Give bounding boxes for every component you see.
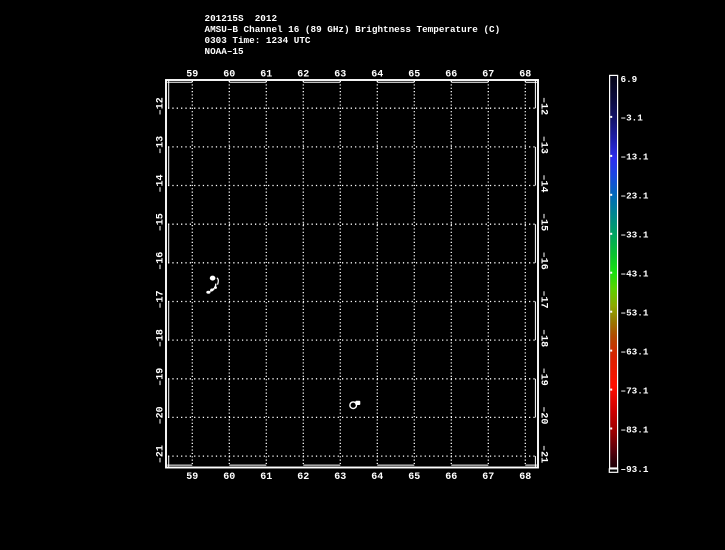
svg-text:0303 Time: 1234 UTC: 0303 Time: 1234 UTC xyxy=(205,35,311,46)
svg-text:–21: –21 xyxy=(538,445,549,463)
svg-text:–13: –13 xyxy=(155,136,166,154)
svg-text:–16: –16 xyxy=(538,252,549,270)
svg-text:68: 68 xyxy=(519,70,531,81)
svg-text:63: 63 xyxy=(334,70,346,81)
svg-text:67: 67 xyxy=(482,472,494,483)
svg-text:60: 60 xyxy=(223,70,235,81)
svg-text:6.9: 6.9 xyxy=(621,74,638,85)
svg-text:–93.1: –93.1 xyxy=(621,464,649,475)
svg-text:62: 62 xyxy=(297,70,309,81)
svg-text:63: 63 xyxy=(334,472,346,483)
svg-text:–20: –20 xyxy=(538,406,549,424)
svg-text:59: 59 xyxy=(186,472,198,483)
svg-text:–16: –16 xyxy=(155,252,166,270)
svg-text:AMSU–B Channel 16 (89 GHz) Bri: AMSU–B Channel 16 (89 GHz) Brightness Te… xyxy=(205,24,501,35)
svg-text:61: 61 xyxy=(260,472,272,483)
svg-text:66: 66 xyxy=(445,70,457,81)
svg-text:66: 66 xyxy=(445,472,457,483)
svg-text:65: 65 xyxy=(408,70,420,81)
svg-text:–15: –15 xyxy=(538,213,549,231)
svg-text:64: 64 xyxy=(371,70,383,81)
svg-text:–17: –17 xyxy=(155,290,166,308)
svg-text:–14: –14 xyxy=(538,174,549,192)
svg-text:–18: –18 xyxy=(155,329,166,347)
svg-text:–63.1: –63.1 xyxy=(621,346,649,357)
svg-text:59: 59 xyxy=(186,70,198,81)
svg-text:–17: –17 xyxy=(538,290,549,308)
svg-text:–18: –18 xyxy=(538,329,549,347)
svg-text:–19: –19 xyxy=(538,368,549,386)
svg-text:61: 61 xyxy=(260,70,272,81)
svg-text:60: 60 xyxy=(223,472,235,483)
svg-text:–13: –13 xyxy=(538,136,549,154)
svg-text:201215S 2012: 201215S 2012 xyxy=(205,13,278,24)
svg-text:–20: –20 xyxy=(155,406,166,424)
svg-text:–23.1: –23.1 xyxy=(621,191,649,202)
svg-text:–73.1: –73.1 xyxy=(621,385,649,396)
svg-text:–12: –12 xyxy=(155,97,166,115)
svg-text:–14: –14 xyxy=(155,174,166,192)
svg-text:–33.1: –33.1 xyxy=(621,230,649,241)
svg-text:64: 64 xyxy=(371,472,383,483)
svg-text:–3.1: –3.1 xyxy=(621,113,644,124)
svg-text:–12: –12 xyxy=(538,97,549,115)
svg-text:67: 67 xyxy=(482,70,494,81)
svg-text:62: 62 xyxy=(297,472,309,483)
svg-text:68: 68 xyxy=(519,472,531,483)
svg-text:–13.1: –13.1 xyxy=(621,152,649,163)
svg-text:–53.1: –53.1 xyxy=(621,308,649,319)
svg-text:–15: –15 xyxy=(155,213,166,231)
svg-text:–43.1: –43.1 xyxy=(621,269,649,280)
svg-text:65: 65 xyxy=(408,472,420,483)
svg-text:–21: –21 xyxy=(155,445,166,463)
svg-text:–19: –19 xyxy=(155,368,166,386)
svg-text:–83.1: –83.1 xyxy=(621,424,649,435)
svg-text:NOAA–15: NOAA–15 xyxy=(205,46,244,57)
